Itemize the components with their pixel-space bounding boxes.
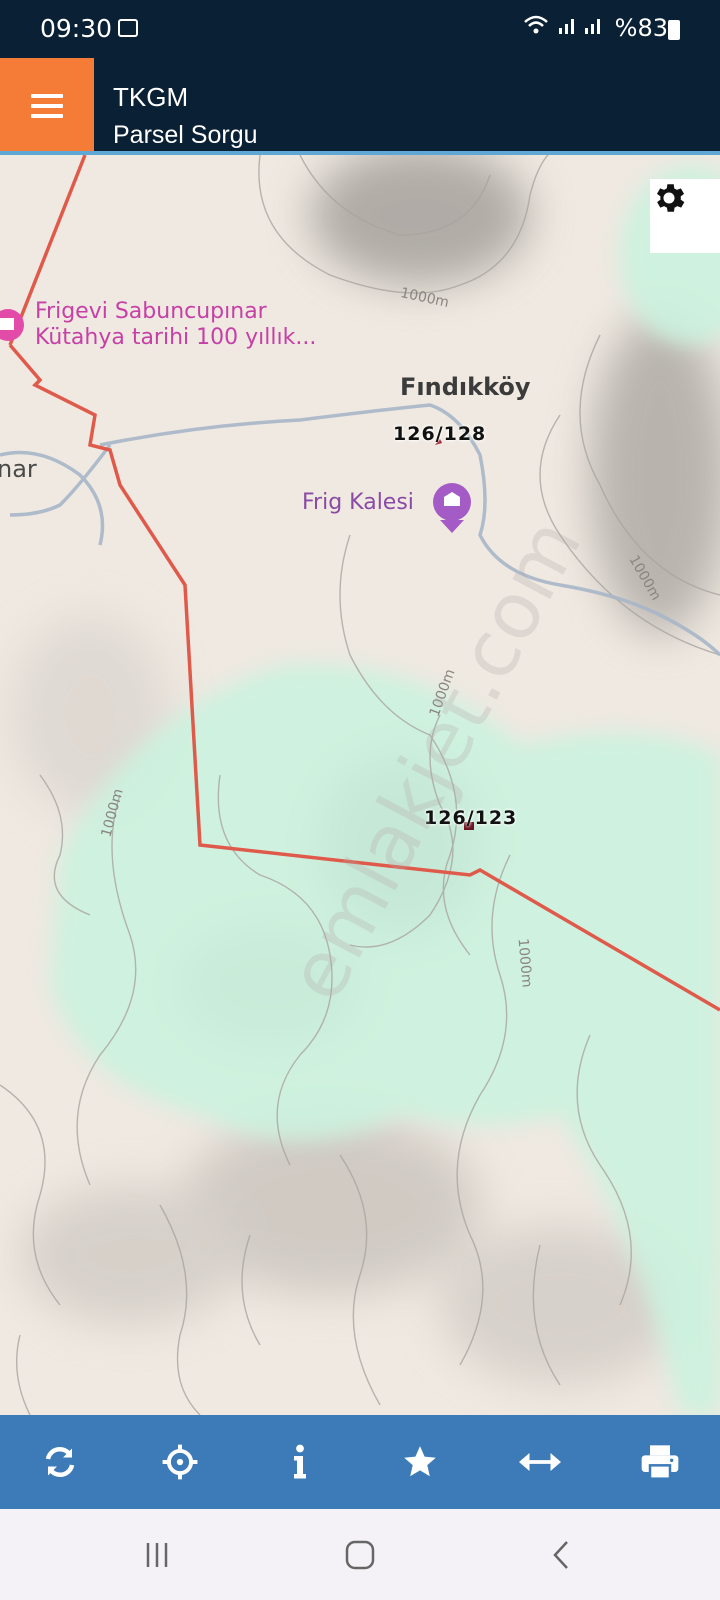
home-icon <box>345 1540 375 1570</box>
app-title: TKGM <box>113 82 189 112</box>
status-bar: 09:30 %83 <box>0 0 720 58</box>
status-indicators: %83 <box>523 14 668 42</box>
locate-button[interactable] <box>150 1432 210 1492</box>
measure-button[interactable] <box>510 1432 570 1492</box>
print-button[interactable] <box>630 1432 690 1492</box>
hamburger-icon <box>31 88 63 124</box>
menu-button[interactable] <box>0 58 94 153</box>
favorite-button[interactable] <box>390 1432 450 1492</box>
bottom-toolbar <box>0 1415 720 1509</box>
battery-level: %83 <box>614 14 668 42</box>
back-arrow-icon <box>553 1541 568 1569</box>
village-label: Fındıkköy <box>400 373 531 401</box>
refresh-icon <box>45 1446 75 1478</box>
crosshair-icon <box>162 1444 198 1480</box>
status-time: 09:30 <box>40 14 113 43</box>
poi-name: Frigevi Sabuncupınar <box>35 299 267 324</box>
map-view[interactable]: Frigevi Sabuncupınar Kütahya tarihi 100 … <box>0 155 720 1415</box>
recent-apps-button[interactable] <box>137 1535 177 1575</box>
partial-place-label: nar <box>0 455 37 483</box>
parcel-label[interactable]: 126/128 <box>393 423 486 445</box>
refresh-button[interactable] <box>30 1432 90 1492</box>
signal-icon <box>557 14 607 42</box>
star-icon <box>404 1446 436 1477</box>
back-button[interactable] <box>542 1535 582 1575</box>
gear-icon <box>656 184 685 212</box>
home-button[interactable] <box>340 1535 380 1575</box>
battery-icon <box>668 20 680 40</box>
recent-apps-icon <box>146 1543 168 1567</box>
print-icon <box>641 1445 679 1480</box>
app-subtitle: Parsel Sorgu <box>113 121 258 149</box>
settings-button[interactable] <box>650 179 720 253</box>
horizontal-arrows-icon <box>519 1453 561 1471</box>
wifi-icon <box>523 14 549 42</box>
info-icon <box>294 1444 306 1479</box>
system-nav-bar <box>0 1509 720 1600</box>
poi-label[interactable]: Frigevi Sabuncupınar Kütahya tarihi 100 … <box>35 299 316 351</box>
gallery-notification-icon <box>118 19 138 37</box>
info-button[interactable] <box>270 1432 330 1492</box>
poi-description: Kütahya tarihi 100 yıllık... <box>35 325 317 350</box>
app-header: TKGM Parsel Sorgu <box>0 58 720 153</box>
landmark-label[interactable]: Frig Kalesi <box>302 490 414 515</box>
